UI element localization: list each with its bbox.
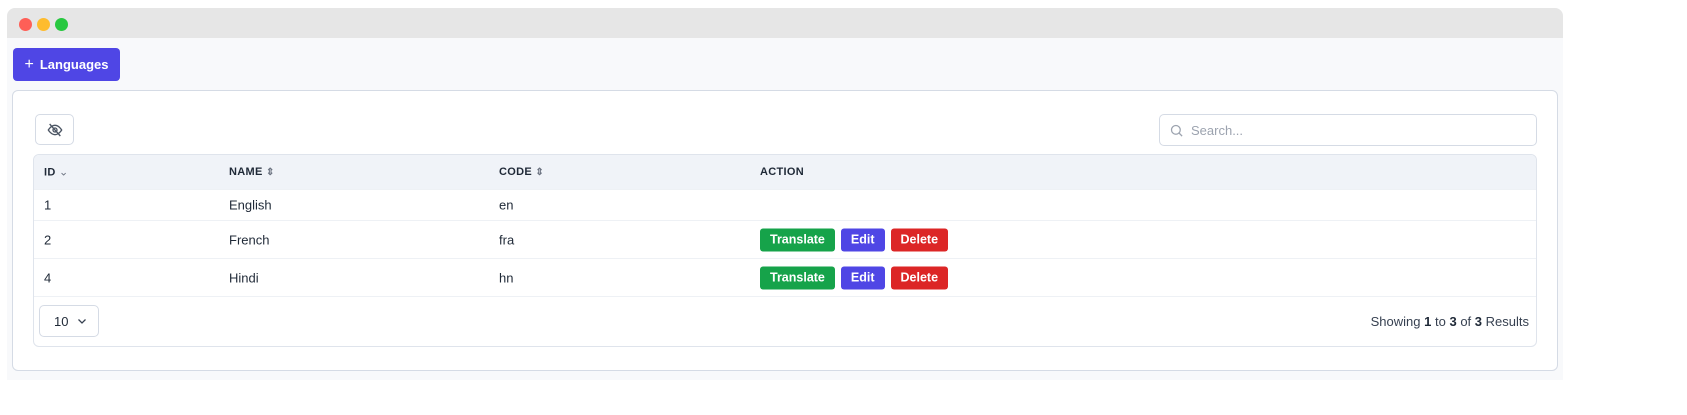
header-action: ACTION xyxy=(760,166,804,178)
cell-id: 4 xyxy=(44,270,52,285)
header-code-label: CODE xyxy=(499,166,532,178)
pagination-info: Showing 1 to 3 of 3 Results xyxy=(1370,314,1529,329)
sort-icon: ⇕ xyxy=(265,167,275,178)
add-language-label: Languages xyxy=(39,57,109,72)
cell-code: fra xyxy=(499,232,515,247)
page-size-select[interactable]: 10 xyxy=(39,305,99,337)
eye-off-icon xyxy=(47,123,62,136)
translate-button[interactable]: Translate xyxy=(760,266,835,289)
minimize-window-button[interactable] xyxy=(37,18,50,31)
cell-id: 2 xyxy=(44,232,52,247)
header-id[interactable]: ID ⌄ xyxy=(44,166,69,179)
header-name-label: NAME xyxy=(229,166,263,178)
table-row: 2 French fra Translate Edit Delete xyxy=(34,221,1536,259)
cell-name: English xyxy=(229,197,272,213)
plus-icon: + xyxy=(24,55,34,73)
header-code[interactable]: CODE ⇕ xyxy=(499,166,544,178)
close-window-button[interactable] xyxy=(19,18,32,31)
sort-icon: ⇕ xyxy=(535,167,545,178)
header-id-label: ID xyxy=(44,166,56,179)
delete-button[interactable]: Delete xyxy=(890,228,949,251)
search-input[interactable] xyxy=(1191,122,1521,138)
translate-button[interactable]: Translate xyxy=(760,228,835,251)
search-field[interactable] xyxy=(1159,114,1537,146)
maximize-window-button[interactable] xyxy=(55,18,68,31)
cell-name: Hindi xyxy=(229,270,259,285)
table-row: 1 English en xyxy=(34,190,1536,221)
toggle-columns-button[interactable] xyxy=(35,114,74,145)
languages-card: ID ⌄ NAME ⇕ CODE ⇕ ACTION 1 English en 2… xyxy=(12,90,1558,371)
cell-id: 1 xyxy=(44,197,52,213)
search-icon xyxy=(1170,124,1183,137)
browser-window: + Languages ID ⌄ NAME ⇕ CODE ⇕ ACTION 1 … xyxy=(7,8,1563,380)
row-actions: Translate Edit Delete xyxy=(760,228,949,251)
chevron-down-icon xyxy=(78,319,86,324)
table-row: 4 Hindi hn Translate Edit Delete xyxy=(34,259,1536,297)
cell-code: hn xyxy=(499,270,514,285)
cell-code: en xyxy=(499,197,514,213)
page-size-value: 10 xyxy=(54,313,69,329)
title-bar xyxy=(7,8,1563,38)
row-actions: Translate Edit Delete xyxy=(760,266,949,289)
chevron-down-icon: ⌄ xyxy=(58,166,69,179)
add-language-button[interactable]: + Languages xyxy=(13,48,120,81)
header-name[interactable]: NAME ⇕ xyxy=(229,166,275,178)
edit-button[interactable]: Edit xyxy=(840,266,885,289)
cell-name: French xyxy=(229,232,270,247)
languages-table: ID ⌄ NAME ⇕ CODE ⇕ ACTION 1 English en 2… xyxy=(33,154,1537,347)
edit-button[interactable]: Edit xyxy=(840,228,885,251)
delete-button[interactable]: Delete xyxy=(890,266,949,289)
table-header: ID ⌄ NAME ⇕ CODE ⇕ ACTION xyxy=(34,155,1536,190)
